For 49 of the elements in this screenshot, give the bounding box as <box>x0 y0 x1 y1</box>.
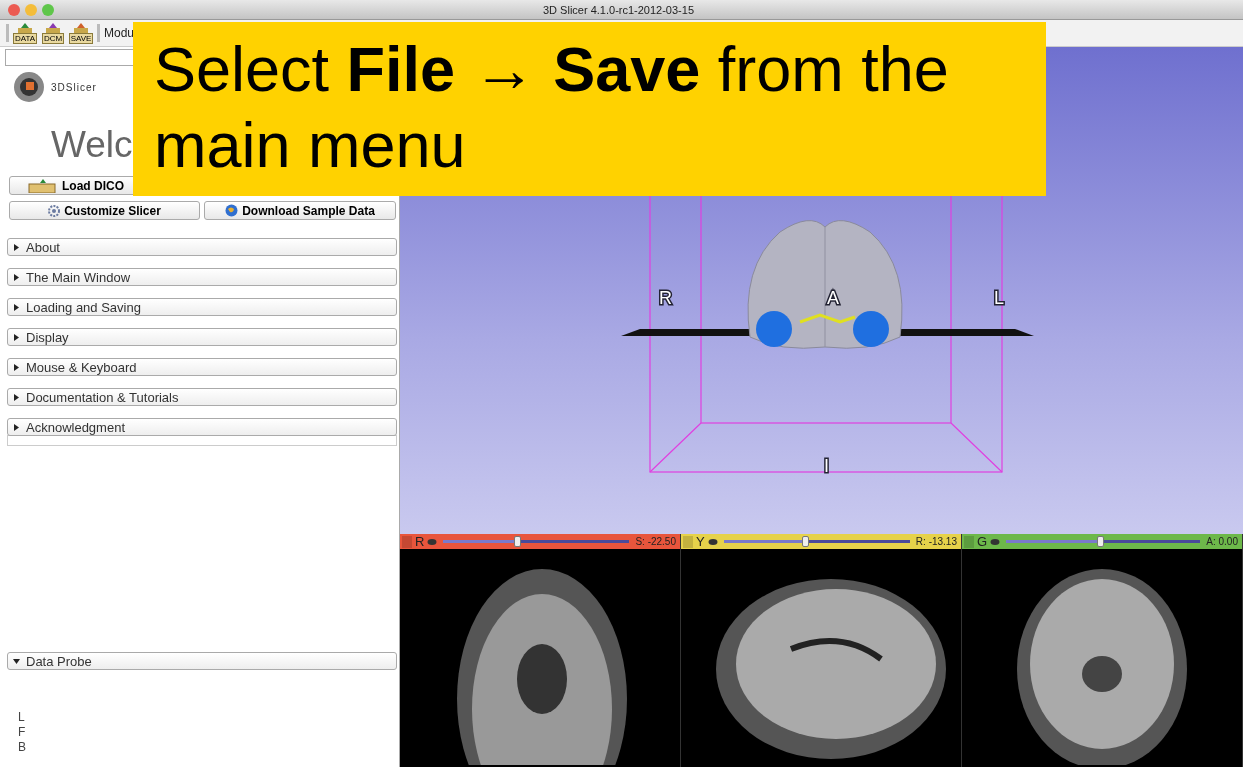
globe-icon <box>225 204 239 217</box>
slider-thumb[interactable] <box>801 536 809 547</box>
probe-label: L <box>18 710 26 725</box>
orientation-label: R <box>659 288 672 308</box>
slice-letter: G <box>977 534 988 549</box>
section-header[interactable]: Data Probe <box>7 652 397 670</box>
eye-icon[interactable] <box>427 537 438 546</box>
probe-label: B <box>18 740 27 755</box>
slice-offset-reading: A: 0.00 <box>1206 536 1239 547</box>
slice-offset-reading: R: -13.13 <box>915 536 958 547</box>
section-label: Acknowledgment <box>26 419 125 435</box>
folder-icon <box>72 22 90 33</box>
orientation-label: L <box>994 288 1004 308</box>
section-header[interactable]: About <box>7 238 397 256</box>
section-label: The Main Window <box>26 269 131 285</box>
section-label: Mouse & Keyboard <box>26 359 137 375</box>
folder-icon <box>44 22 62 33</box>
section-header[interactable]: Acknowledgment <box>7 418 397 436</box>
welcome-button[interactable]: Customize Slicer <box>9 201 200 220</box>
section-header[interactable]: Loading and Saving <box>7 298 397 316</box>
slider-thumb[interactable] <box>1097 536 1105 547</box>
welcome-heading: Welc <box>51 123 133 167</box>
window-title: 3D Slicer 4.1.0-rc1-2012-03-15 <box>542 3 695 16</box>
section-label: Display <box>26 329 69 345</box>
section-label: Loading and Saving <box>26 299 141 315</box>
slider-thumb[interactable] <box>513 536 521 547</box>
section-header[interactable]: Mouse & Keyboard <box>7 358 397 376</box>
section-label: About <box>26 239 60 255</box>
eye-icon[interactable] <box>990 537 1001 546</box>
folder-icon <box>16 22 34 33</box>
section-label: Documentation & Tutorials <box>26 389 179 405</box>
folder-icon <box>28 178 58 193</box>
section-label: Data Probe <box>26 653 92 669</box>
probe-label: F <box>18 725 27 740</box>
welcome-button[interactable]: Download Sample Data <box>204 201 396 220</box>
logo-text: 3DSlicer <box>51 81 97 93</box>
slice-letter: R <box>415 534 425 549</box>
orientation-label: I <box>824 456 829 476</box>
section-header[interactable]: The Main Window <box>7 268 397 286</box>
eye-icon[interactable] <box>707 537 718 546</box>
window-control-button[interactable] <box>8 3 20 16</box>
section-header[interactable]: Display <box>7 328 397 346</box>
gear-icon <box>48 204 61 217</box>
module-selector[interactable]: Modu <box>104 26 135 40</box>
slice-offset-reading: S: -22.50 <box>635 536 677 547</box>
section-header[interactable]: Documentation & Tutorials <box>7 388 397 406</box>
slice-letter: Y <box>696 534 705 549</box>
orientation-label: A <box>827 288 839 308</box>
instruction-tooltip: Select File → Save from the main menu <box>133 22 1046 196</box>
